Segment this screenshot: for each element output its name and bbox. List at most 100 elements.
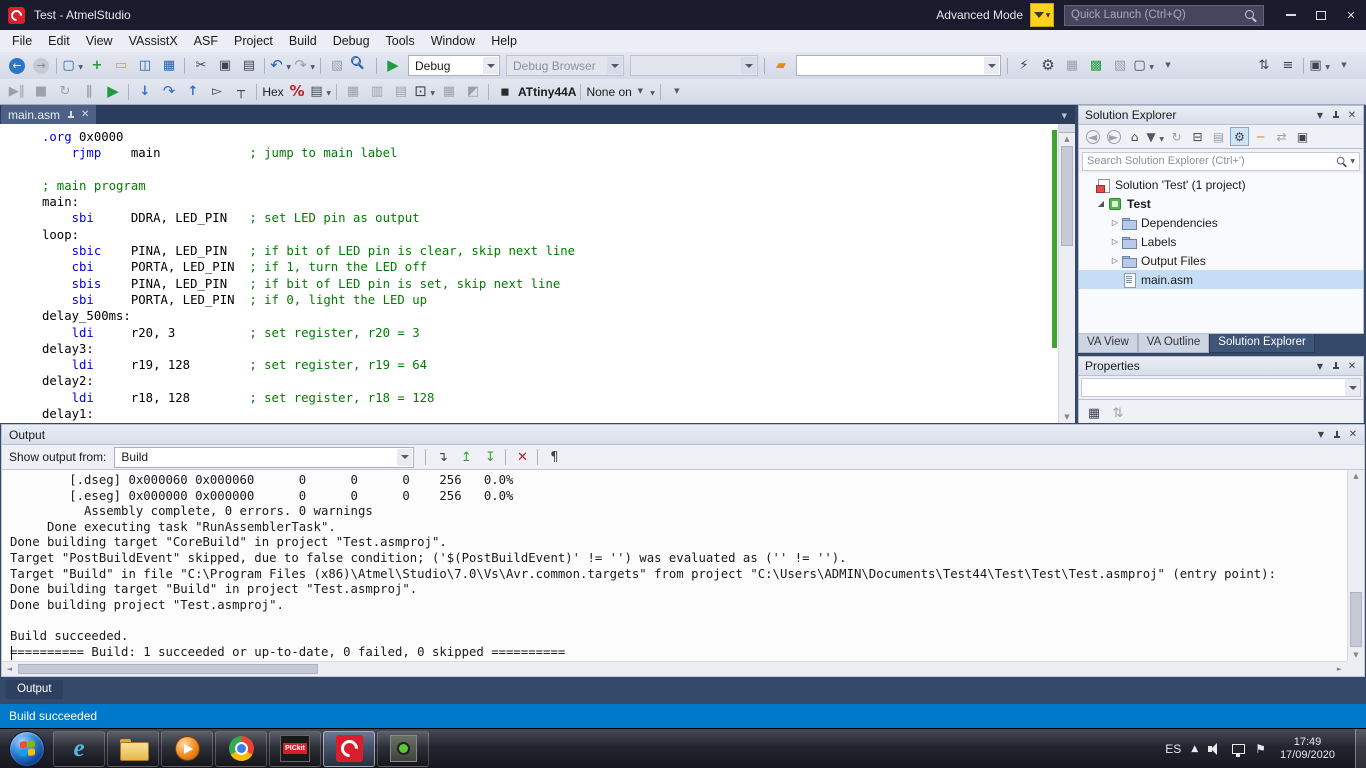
pin-icon[interactable] [66,110,75,120]
code-area[interactable]: .org 0x0000 rjmp main ; jump to main lab… [0,124,1052,423]
tab-va-outline[interactable]: VA Outline [1137,334,1210,353]
tree-item[interactable]: Solution 'Test' (1 project) [1079,175,1363,194]
taskbar-pickit-button[interactable]: PICkit [269,730,321,767]
alphabetical-icon[interactable]: ⇅ [1107,402,1129,424]
find-message-icon[interactable]: ↴ [425,446,453,468]
window-position-icon[interactable]: ▼ [1312,358,1328,374]
chevron-down-icon[interactable] [607,57,622,74]
maximize-button[interactable] [1306,0,1336,30]
device-options-icon[interactable]: ▼ [634,81,656,103]
prev-message-icon[interactable]: ↥ [455,446,477,468]
show-output-icon[interactable]: ▦ [1061,55,1083,77]
step-into-icon[interactable]: ↓ [128,81,156,103]
console-horizontal-scrollbar[interactable]: ◄ ► [2,661,1347,676]
chevron-down-icon[interactable] [483,57,498,74]
tree-item[interactable]: ▷ Output Files [1079,251,1363,270]
copy-icon[interactable]: ▣ [214,55,236,77]
code-editor[interactable]: .org 0x0000 rjmp main ; jump to main lab… [0,124,1075,423]
pin-icon[interactable] [1328,107,1344,123]
code-line[interactable]: sbic PINA, LED_PIN ; if bit of LED pin i… [42,243,1052,259]
nav-forward-icon[interactable]: → [30,55,52,77]
step-over-icon[interactable]: ↷ [158,81,180,103]
taskbar-chrome-button[interactable] [215,730,267,767]
titlebar[interactable]: Test - AtmelStudio Advanced Mode ▼ Quick… [0,0,1366,30]
minimize-button[interactable] [1276,0,1306,30]
window-position-icon[interactable]: ▼ [1312,107,1328,123]
debug-tool-button[interactable]: None on [580,81,632,103]
taskbar-dev-tool-button[interactable] [377,730,429,767]
se-forward-icon[interactable]: ► [1104,127,1123,146]
save-all-icon[interactable]: ▦ [158,55,180,77]
tab-va-view[interactable]: VA View [1078,334,1138,353]
code-line[interactable]: main: [42,194,1052,210]
quick-launch-box[interactable]: Quick Launch (Ctrl+Q) [1064,4,1264,26]
network-icon[interactable] [1232,743,1246,757]
nav-back-icon[interactable]: ← [6,55,28,77]
tab-solution-explorer[interactable]: Solution Explorer [1209,334,1315,353]
menu-item[interactable]: File [4,31,40,51]
disassembly-window-icon[interactable]: ◩ [462,81,484,103]
show-all-files-icon[interactable]: ▤ [1209,127,1228,146]
properties-titlebar[interactable]: Properties ▼ ✕ [1078,356,1364,376]
pin-icon[interactable] [1328,358,1344,374]
tree-item[interactable]: ▷ Labels [1079,232,1363,251]
code-line[interactable]: delay3: [42,341,1052,357]
close-icon[interactable]: ✕ [1344,107,1360,123]
advanced-mode-label[interactable]: Advanced Mode [936,8,1023,22]
restart-debug-icon[interactable]: ↻ [54,81,76,103]
scroll-down-icon[interactable]: ▼ [1059,413,1075,421]
properties-object-combo[interactable] [1081,378,1361,397]
editor-settings-icon[interactable]: ▧ [1109,55,1131,77]
chevron-down-icon[interactable] [1345,379,1360,396]
float-window-icon[interactable]: ▣ [1303,55,1331,77]
scroll-down-icon[interactable]: ▼ [1348,651,1364,659]
navigate-icon[interactable]: ▧ [320,55,348,77]
close-icon[interactable]: ✕ [1345,427,1361,443]
close-icon[interactable]: ✕ [1344,358,1360,374]
scope-filter-icon[interactable]: ▼ [1146,127,1165,146]
menu-item[interactable]: Window [423,31,483,51]
undo-icon[interactable]: ↶ [264,55,292,77]
code-line[interactable]: delay1: [42,406,1052,422]
platform-combo[interactable] [630,55,758,76]
scroll-left-icon[interactable]: ◄ [2,662,17,676]
sync-active-document-icon[interactable]: ⇄ [1272,127,1291,146]
list-members-icon[interactable]: ≡ [1277,55,1299,77]
code-line[interactable]: sbi PORTA, LED_PIN ; if 0, light the LED… [42,292,1052,308]
expander-icon[interactable]: ▷ [1109,237,1121,246]
code-line[interactable]: loop: [42,227,1052,243]
tab-list-icon[interactable]: ▼ [1062,112,1075,124]
pin-icon[interactable] [1329,427,1345,443]
menu-item[interactable]: VAssistX [121,31,186,51]
continue-icon[interactable]: ▶ [102,81,124,103]
save-icon[interactable]: ◫ [134,55,156,77]
output-source-combo[interactable]: Build [114,446,415,468]
tab-main-asm[interactable]: main.asm ✕ [1,105,97,124]
vassistx-icon[interactable]: % [286,81,308,103]
properties-icon[interactable]: ⚙ [1230,127,1249,146]
toggle-word-wrap-icon[interactable]: ¶ [537,446,565,468]
menu-item[interactable]: ASF [186,31,226,51]
io-view-icon[interactable]: ▤ [390,81,412,103]
toolbar-overflow-icon[interactable]: ▼ [1157,55,1179,77]
hidden-icons-button[interactable]: ▲ [1191,744,1198,754]
memory-window-icon[interactable]: ▦ [336,81,364,103]
expander-icon[interactable]: ▷ [1109,256,1121,265]
action-center-icon[interactable]: ⚑ [1255,742,1266,756]
clear-all-icon[interactable]: ✕ [505,446,533,468]
run-to-cursor-icon[interactable]: ▻ [206,81,228,103]
refresh-icon[interactable]: ↻ [1167,127,1186,146]
menu-item[interactable]: Tools [378,31,423,51]
tab-output[interactable]: Output [6,680,63,699]
chevron-down-icon[interactable] [984,57,999,74]
menu-item[interactable]: Debug [325,31,378,51]
device-monitor-icon[interactable]: ⊡ [414,81,436,103]
start-debugging-icon[interactable]: ▶ [376,55,404,77]
taskbar-clock[interactable]: 17:49 17/09/2020 [1276,736,1345,762]
redo-icon[interactable]: ↷ [294,55,316,77]
add-item-icon[interactable]: + [86,55,108,77]
find-icon[interactable] [350,55,372,77]
solution-search-box[interactable]: Search Solution Explorer (Ctrl+') ▼ [1082,151,1360,171]
code-line[interactable]: ldi r19, 128 ; set register, r19 = 64 [42,357,1052,373]
show-next-statement-icon[interactable]: ┬ [230,81,252,103]
